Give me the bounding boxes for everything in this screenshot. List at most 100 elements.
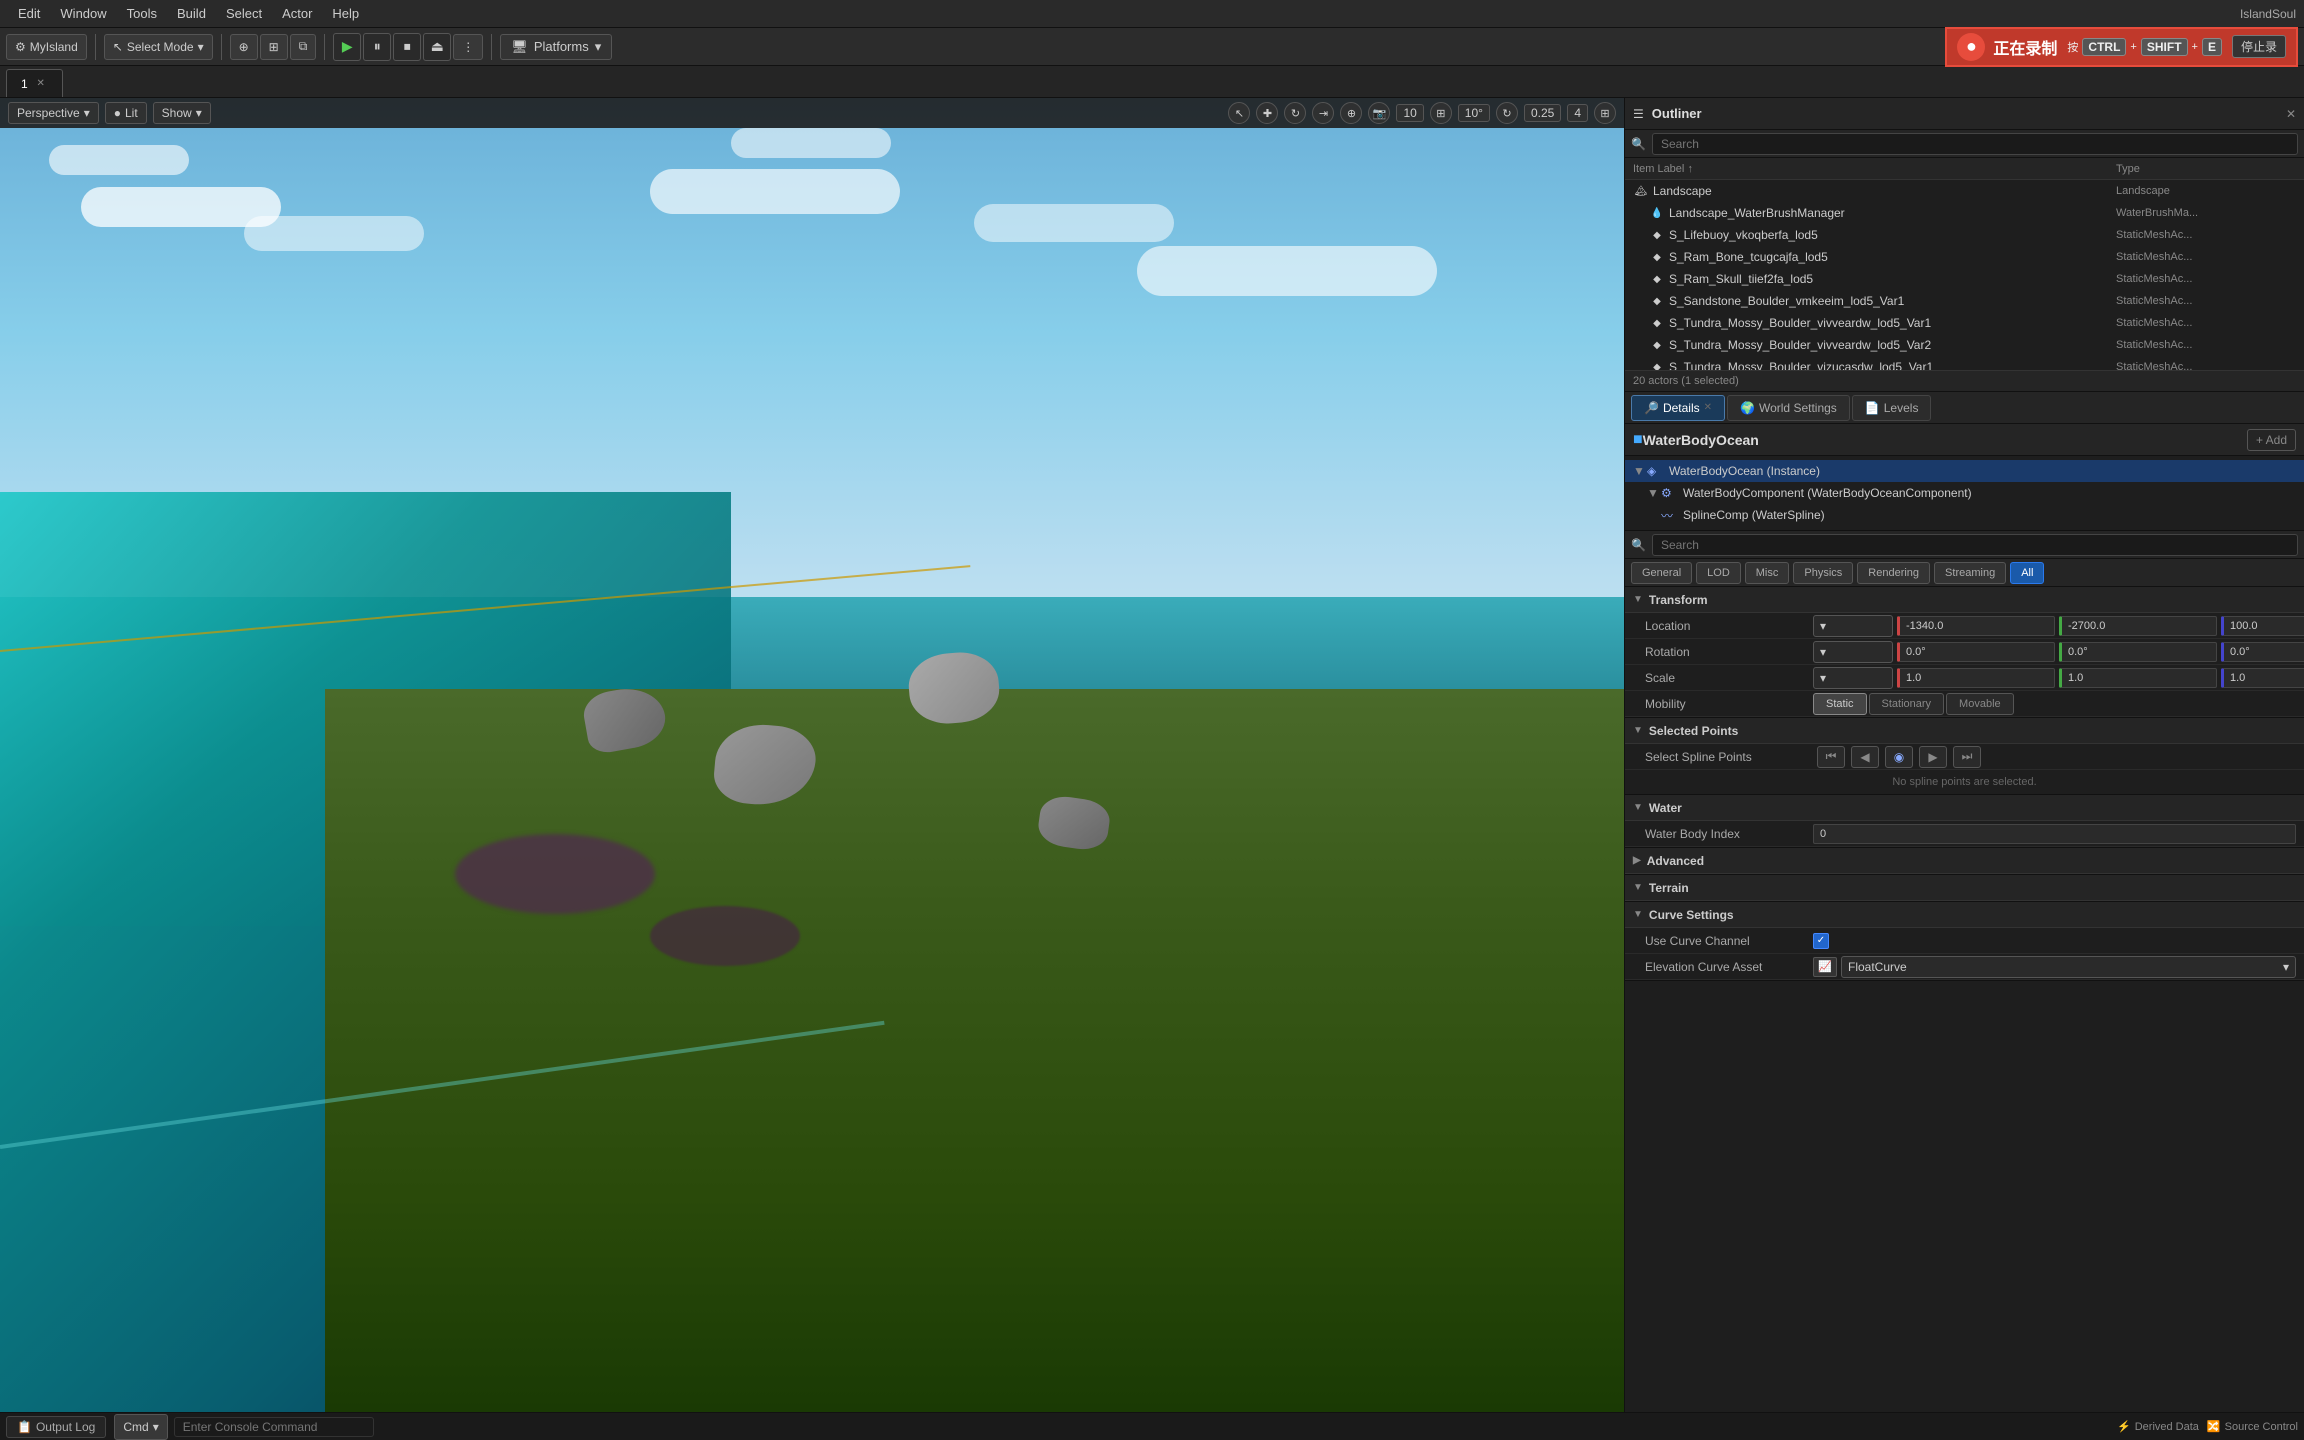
movable-btn[interactable]: Movable [1946,693,2014,715]
details-tab-2[interactable]: 📄Levels [1852,395,1932,421]
advanced-section-header[interactable]: ▶ Advanced [1625,848,2304,874]
filter-tab-all[interactable]: All [2010,562,2044,584]
rotation-z-input[interactable] [2221,642,2304,662]
water-body-index-label: Water Body Index [1645,827,1805,841]
output-log-tab[interactable]: 📋 Output Log [6,1416,106,1438]
filter-tab-physics[interactable]: Physics [1793,562,1853,584]
scale-type-dropdown[interactable]: ▾ [1813,667,1893,689]
stop-recording-btn[interactable]: 停止录 [2232,35,2286,58]
viewport-tab-1[interactable]: 1 ✕ [6,69,63,97]
filter-tab-rendering[interactable]: Rendering [1857,562,1930,584]
transform-section-header[interactable]: ▼ Transform [1625,587,2304,613]
rotation-type-dropdown[interactable]: ▾ [1813,641,1893,663]
selected-points-header[interactable]: ▼ Selected Points [1625,718,2304,744]
details-search-input[interactable] [1652,534,2298,556]
scale-z-input[interactable] [2221,668,2304,688]
outliner-item-5[interactable]: ◆S_Sandstone_Boulder_vmkeeim_lod5_Var1St… [1625,290,2304,312]
add-component-btn[interactable]: + Add [2247,429,2296,451]
outliner-item-7[interactable]: ◆S_Tundra_Mossy_Boulder_vivveardw_lod5_V… [1625,334,2304,356]
project-settings-btn[interactable]: ⚙ MyIsland [6,34,87,60]
transform-btn[interactable]: ⊕ [230,34,258,60]
location-y-input[interactable] [2059,616,2217,636]
rotation-y-input[interactable] [2059,642,2217,662]
water-body-index-input[interactable] [1813,824,2296,844]
outliner-item-4[interactable]: ◆S_Ram_Skull_tiief2fa_lod5StaticMeshAc..… [1625,268,2304,290]
select-icon-btn[interactable]: ↖ [1228,102,1250,124]
instance-item[interactable]: ▼ ◈ WaterBodyOcean (Instance) [1625,460,2304,482]
outliner-search-input[interactable] [1652,133,2298,155]
spline-first-btn[interactable]: ⏮ [1817,746,1845,768]
show-btn[interactable]: Show ▾ [153,102,211,124]
spline-last-btn[interactable]: ⏭ [1953,746,1981,768]
details-tab-0[interactable]: 🔎Details ✕ [1631,395,1725,421]
outliner-close-btn[interactable]: ✕ [2286,107,2296,121]
move-btn[interactable]: ✚ [1256,102,1278,124]
outliner-item-8[interactable]: ◆S_Tundra_Mossy_Boulder_vizucasdw_lod5_V… [1625,356,2304,370]
item-type-5: StaticMeshAc... [2116,295,2296,307]
lit-btn[interactable]: ● Lit [105,102,147,124]
tab-close-0[interactable]: ✕ [1704,402,1712,413]
eject-button[interactable]: ⏏ [423,33,451,61]
angle-btn[interactable]: ↻ [1496,102,1518,124]
viewport-type-btn[interactable]: ⧉ [290,34,317,60]
outliner-item-1[interactable]: 💧Landscape_WaterBrushManagerWaterBrushMa… [1625,202,2304,224]
outliner-item-6[interactable]: ◆S_Tundra_Mossy_Boulder_vivveardw_lod5_V… [1625,312,2304,334]
pause-button[interactable]: ⏸ [363,33,391,61]
viewport[interactable]: Perspective ▾ ● Lit Show ▾ ↖ ✚ ↻ ⇥ ⊕ 📷 1… [0,98,1624,1412]
rotate-btn[interactable]: ↻ [1284,102,1306,124]
filter-tab-general[interactable]: General [1631,562,1692,584]
use-curve-checkbox[interactable]: ✓ [1813,933,1829,949]
location-x-input[interactable] [1897,616,2055,636]
camera-speed-btn[interactable]: 📷 [1368,102,1390,124]
platforms-button[interactable]: 🖥 Platforms ▾ [500,34,612,60]
stationary-btn[interactable]: Stationary [1869,693,1945,715]
filter-tab-lod[interactable]: LOD [1696,562,1741,584]
snap-btn[interactable]: ⊞ [260,34,288,60]
terrain-section-header[interactable]: ▼ Terrain [1625,875,2304,901]
tab-close-btn[interactable]: ✕ [34,77,48,91]
menu-build[interactable]: Build [167,4,216,23]
location-z-input[interactable] [2221,616,2304,636]
outliner-item-0[interactable]: 🏔LandscapeLandscape [1625,180,2304,202]
location-label: Location [1645,619,1805,633]
scale-y-input[interactable] [2059,668,2217,688]
grid-btn[interactable]: ⊞ [1430,102,1452,124]
details-tab-1[interactable]: 🌍World Settings [1727,395,1850,421]
menu-edit[interactable]: Edit [8,4,50,23]
menu-window[interactable]: Window [50,4,116,23]
play-options-btn[interactable]: ⋮ [453,34,483,60]
location-type-dropdown[interactable]: ▾ [1813,615,1893,637]
filter-tab-misc[interactable]: Misc [1745,562,1790,584]
separator-1 [95,34,96,60]
outliner-item-2[interactable]: ◆S_Lifebuoy_vkoqberfa_lod5StaticMeshAc..… [1625,224,2304,246]
water-body-comp[interactable]: ▼ ⚙ WaterBodyComponent (WaterBodyOceanCo… [1625,482,2304,504]
console-input[interactable] [174,1417,374,1437]
rotation-x-input[interactable] [1897,642,2055,662]
play-button[interactable]: ▶ [333,33,361,61]
menu-help[interactable]: Help [322,4,369,23]
cmd-btn[interactable]: Cmd ▾ [114,1414,167,1440]
spline-next-btn[interactable]: ▶ [1919,746,1947,768]
select-mode-btn[interactable]: ↖ Select Mode ▾ [104,34,213,60]
spline-prev-btn[interactable]: ◀ [1851,746,1879,768]
menu-actor[interactable]: Actor [272,4,322,23]
outliner-list[interactable]: 🏔LandscapeLandscape💧Landscape_WaterBrush… [1625,180,2304,370]
menu-tools[interactable]: Tools [117,4,167,23]
scale-x-input[interactable] [1897,668,2055,688]
spline-comp[interactable]: 〰 SplineComp (WaterSpline) [1625,504,2304,526]
water-section-header[interactable]: ▼ Water [1625,795,2304,821]
advanced-section: ▶ Advanced [1625,848,2304,875]
curve-preview-btn[interactable]: 📈 [1813,957,1837,977]
scale-btn[interactable]: ⇥ [1312,102,1334,124]
static-btn[interactable]: Static [1813,693,1867,715]
expand-btn[interactable]: ⊞ [1594,102,1616,124]
stop-button[interactable]: ⏹ [393,33,421,61]
perspective-btn[interactable]: Perspective ▾ [8,102,99,124]
snap-world-btn[interactable]: ⊕ [1340,102,1362,124]
elevation-curve-dropdown[interactable]: FloatCurve ▾ [1841,956,2296,978]
filter-tab-streaming[interactable]: Streaming [1934,562,2006,584]
outliner-item-3[interactable]: ◆S_Ram_Bone_tcugcajfa_lod5StaticMeshAc..… [1625,246,2304,268]
menu-select[interactable]: Select [216,4,272,23]
curve-section-header[interactable]: ▼ Curve Settings [1625,902,2304,928]
spline-select-all-btn[interactable]: ◉ [1885,746,1913,768]
